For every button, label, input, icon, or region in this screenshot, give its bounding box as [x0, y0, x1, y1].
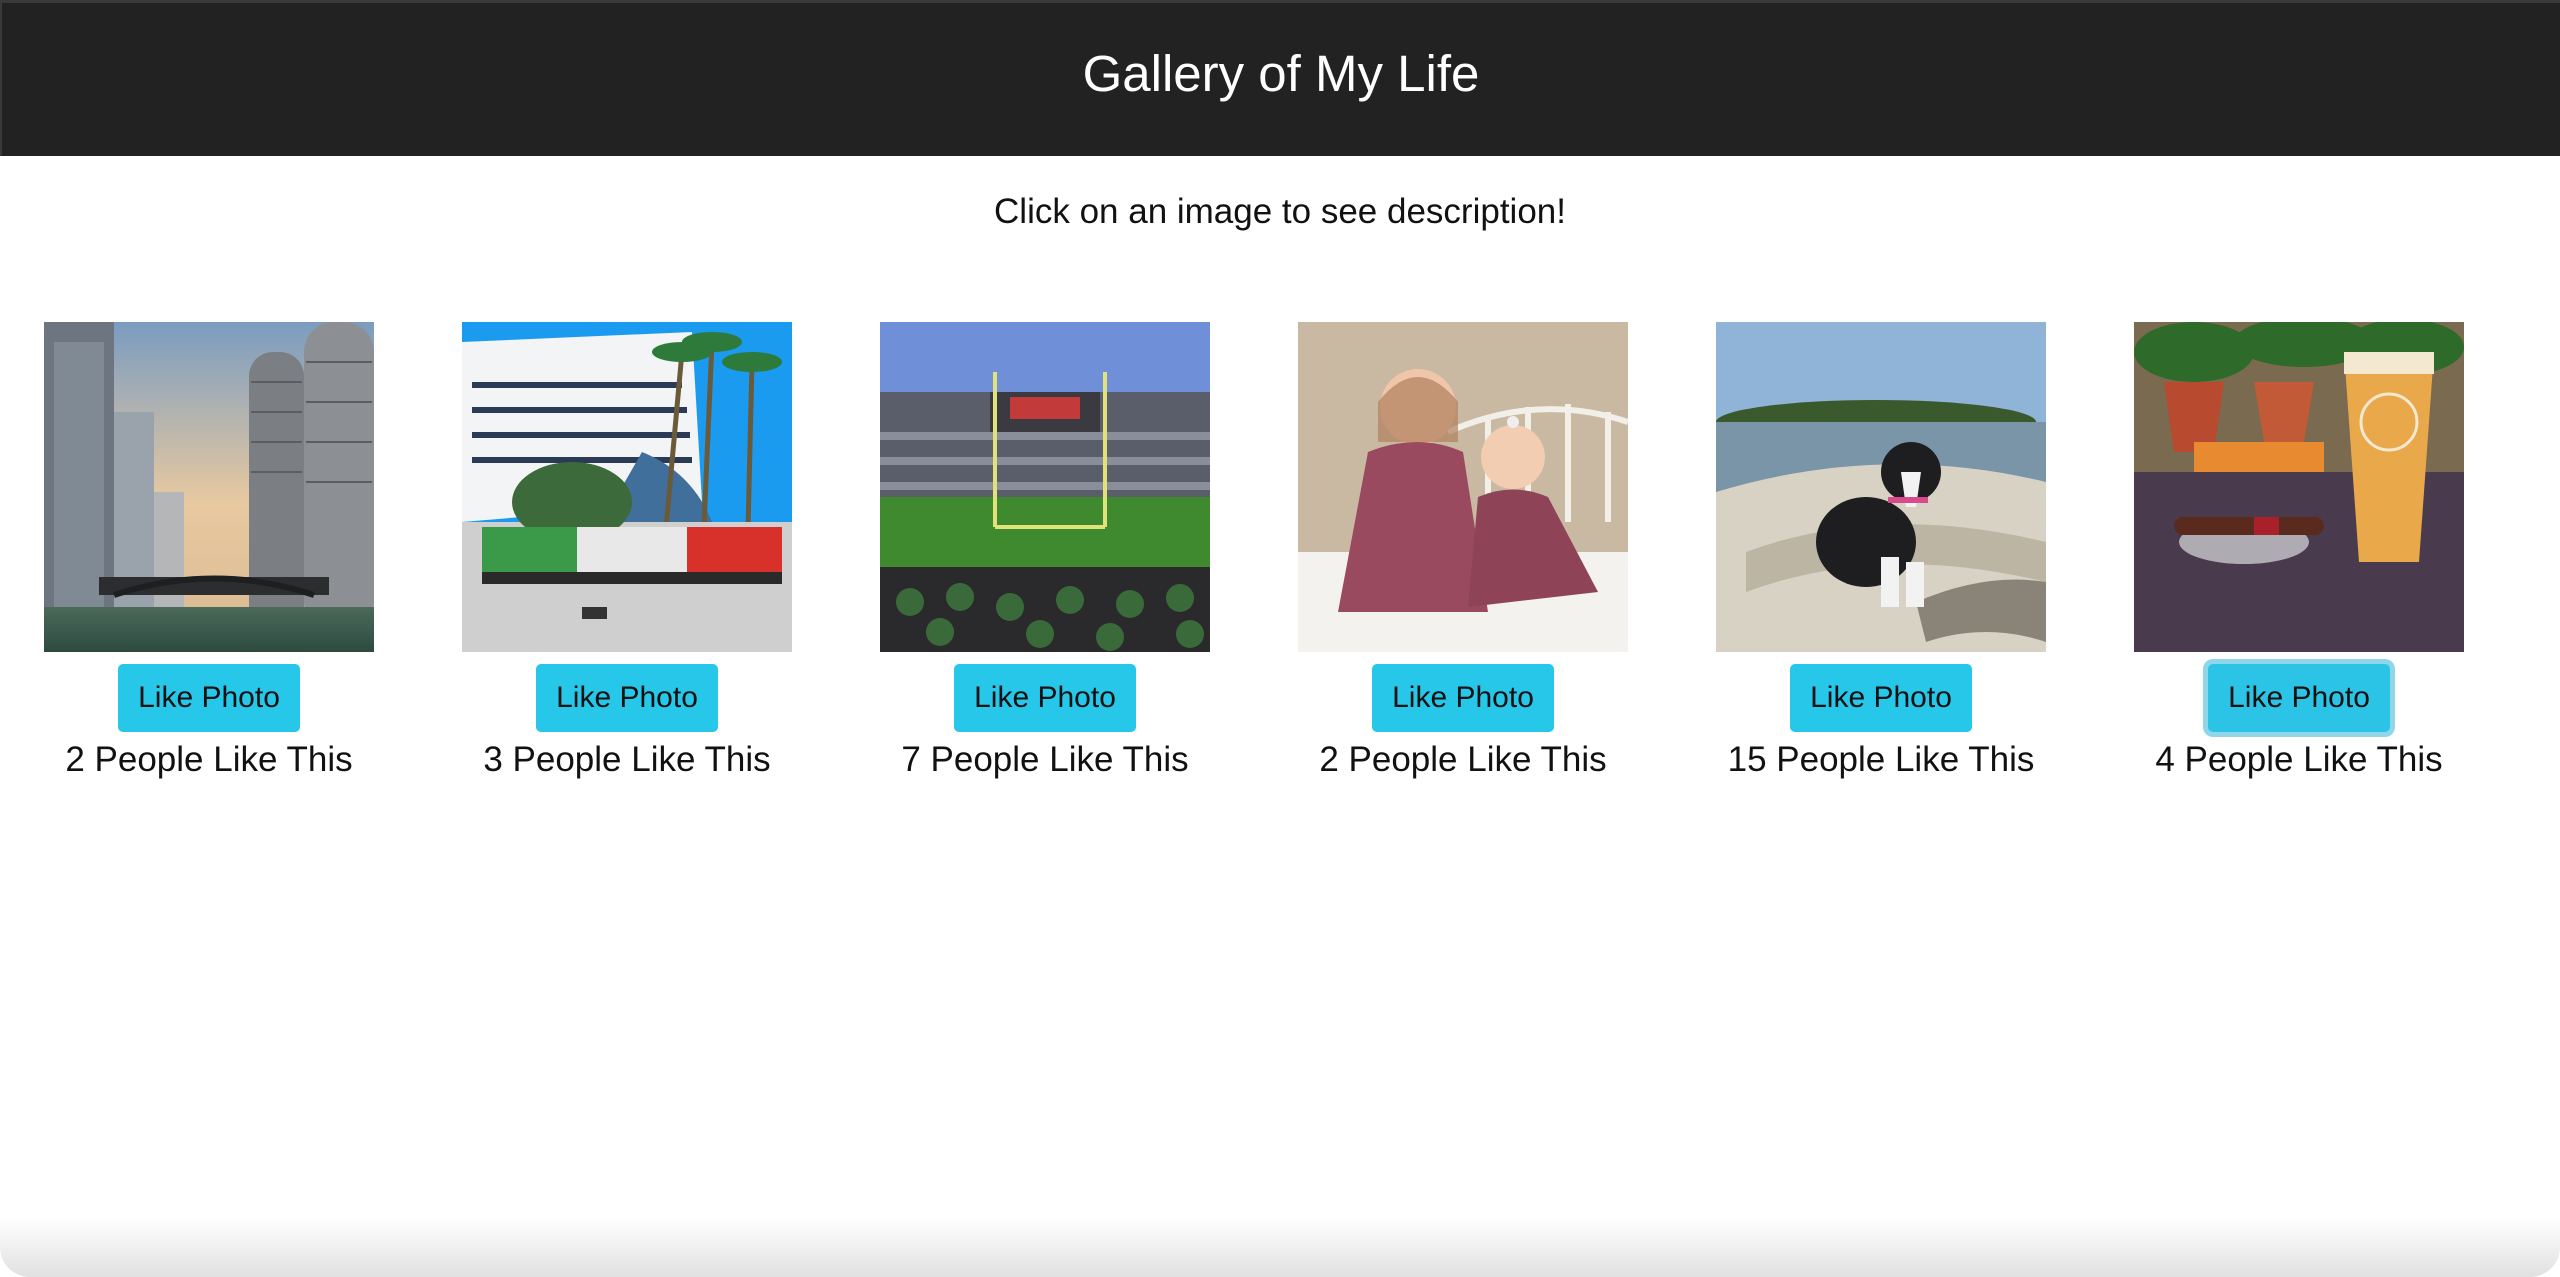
like-photo-button[interactable]: Like Photo — [954, 664, 1136, 732]
photo-card: Like Photo 2 People Like This — [44, 322, 374, 780]
like-photo-button[interactable]: Like Photo — [2208, 664, 2390, 732]
page-title: Gallery of My Life — [1082, 45, 1480, 102]
like-count-text: 15 People Like This — [1727, 740, 2035, 779]
like-count-text: 3 People Like This — [483, 740, 771, 779]
window-bottom-edge — [0, 1217, 2560, 1277]
like-count-text: 4 People Like This — [2155, 740, 2443, 779]
like-count-text: 2 People Like This — [65, 740, 353, 779]
photo-beer-and-cigar[interactable] — [2134, 322, 2464, 652]
like-photo-button[interactable]: Like Photo — [118, 664, 300, 732]
photo-chicago-skyline[interactable] — [44, 322, 374, 652]
photo-card: Like Photo 2 People Like This — [1298, 322, 1628, 780]
header-bar: Gallery of My Life — [0, 0, 2560, 156]
page: Gallery of My Life Click on an image to … — [0, 0, 2560, 1277]
photo-cruise-ship[interactable] — [462, 322, 792, 652]
photo-card: Like Photo 15 People Like This — [1716, 322, 2046, 780]
like-photo-button[interactable]: Like Photo — [1372, 664, 1554, 732]
like-photo-button[interactable]: Like Photo — [1790, 664, 1972, 732]
photo-card: Like Photo 7 People Like This — [880, 322, 1210, 780]
photo-card: Like Photo 4 People Like This — [2134, 322, 2464, 780]
like-photo-button[interactable]: Like Photo — [536, 664, 718, 732]
photo-dog-on-boat[interactable] — [1716, 322, 2046, 652]
photo-card: Like Photo 3 People Like This — [462, 322, 792, 780]
photo-gallery: Like Photo 2 People Like This Like Photo… — [0, 322, 2560, 802]
photo-two-girls[interactable] — [1298, 322, 1628, 652]
photo-football-stadium[interactable] — [880, 322, 1210, 652]
like-count-text: 2 People Like This — [1319, 740, 1607, 779]
like-count-text: 7 People Like This — [901, 740, 1189, 779]
instructions-text: Click on an image to see description! — [994, 192, 1566, 231]
